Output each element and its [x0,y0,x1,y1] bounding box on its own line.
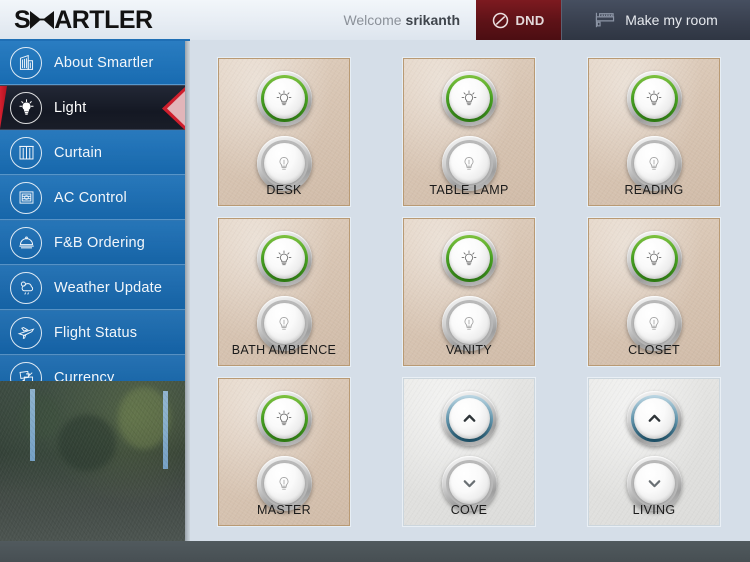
sidebar-nav: About Smartler Light Curtain AC Control … [0,40,185,541]
bulb-lit-icon [274,249,294,269]
light-bulb-icon [10,91,42,124]
main-content: DESK TABLE LAMP READING BATH AMBIENCE VA… [190,40,750,541]
airplane-icon [10,316,42,349]
light-on-button[interactable] [256,71,312,126]
sidebar-item-label: Curtain [54,144,103,161]
light-on-button[interactable] [256,391,312,446]
header-accent-line [0,39,190,41]
app-header: S ARTLER Welcome srikanth DND Make my ro… [0,0,750,40]
dnd-button[interactable]: DND [476,0,561,40]
light-card-table-lamp[interactable]: TABLE LAMP [402,57,536,207]
active-indicator-arrow [158,86,185,131]
brand-logo[interactable]: S ARTLER [0,0,185,40]
light-on-button[interactable] [441,231,497,286]
light-card-desk[interactable]: DESK [217,57,351,207]
logo-text-left: S [14,5,31,34]
light-card-master[interactable]: MASTER [217,377,351,527]
bulb-lit-icon [459,249,479,269]
sidebar-item-fb-ordering[interactable]: F&B Ordering [0,220,185,265]
sidebar-item-label: F&B Ordering [54,234,146,251]
light-control-grid: DESK TABLE LAMP READING BATH AMBIENCE VA… [217,57,738,527]
sidebar-item-curtain[interactable]: Curtain [0,130,185,175]
light-card-label: READING [624,183,684,197]
light-card-closet[interactable]: CLOSET [587,217,721,367]
bulb-lit-icon [274,89,294,109]
light-on-button[interactable] [441,71,497,126]
bulb-lit-icon [644,249,664,269]
sidebar-item-light[interactable]: Light [0,85,185,131]
chevron-down-icon [460,474,479,493]
sidebar-item-label: Weather Update [54,279,163,296]
light-card-label: MASTER [257,503,311,517]
bowtie-m-icon [29,10,55,30]
sidebar-item-about-smartler[interactable]: About Smartler [0,40,185,85]
light-on-button[interactable] [626,71,682,126]
light-on-button[interactable] [626,231,682,286]
cloud-sun-icon [10,271,42,304]
logo-text-right: ARTLER [54,5,153,34]
bed-icon [594,11,616,29]
sidebar-item-label: AC Control [54,189,127,206]
app-footer [0,541,750,562]
chevron-up-icon [460,409,479,428]
welcome-prefix: Welcome [343,12,402,28]
bulb-lit-icon [459,89,479,109]
food-tray-icon [10,226,42,259]
dimmer-up-button[interactable] [441,391,497,446]
dimmer-card-label: COVE [450,503,488,517]
sidebar-item-flight-status[interactable]: Flight Status [0,310,185,355]
make-my-room-button[interactable]: Make my room [561,0,750,40]
light-card-label: VANITY [445,343,493,357]
dimmer-card-cove[interactable]: COVE [402,377,536,527]
bulb-off-icon [644,154,664,174]
bulb-lit-icon [644,89,664,109]
logo-text: S ARTLER [14,6,153,35]
light-card-vanity[interactable]: VANITY [402,217,536,367]
camera-thumbnail[interactable] [0,381,185,541]
welcome-message: Welcome srikanth [185,0,476,40]
chevron-down-icon [645,474,664,493]
dimmer-card-living[interactable]: LIVING [587,377,721,527]
bulb-off-icon [274,474,294,494]
light-card-label: TABLE LAMP [429,183,509,197]
make-my-room-label: Make my room [625,12,718,28]
ac-unit-icon [10,181,42,214]
light-card-label: BATH AMBIENCE [231,343,337,357]
sidebar-item-ac-control[interactable]: AC Control [0,175,185,220]
bulb-lit-icon [274,409,294,429]
light-card-label: CLOSET [628,343,680,357]
light-card-bath-ambience[interactable]: BATH AMBIENCE [217,217,351,367]
light-card-reading[interactable]: READING [587,57,721,207]
light-on-button[interactable] [256,231,312,286]
bulb-off-icon [459,154,479,174]
dimmer-card-label: LIVING [632,503,676,517]
sidebar-item-label: Light [54,99,87,116]
bulb-off-icon [459,314,479,334]
bulb-off-icon [274,314,294,334]
app-root: S ARTLER Welcome srikanth DND Make my ro… [0,0,750,562]
dimmer-up-button[interactable] [626,391,682,446]
do-not-disturb-icon [492,12,509,29]
dnd-label: DND [515,12,545,28]
sidebar-item-weather-update[interactable]: Weather Update [0,265,185,310]
curtain-icon [10,136,42,169]
welcome-username: srikanth [405,12,460,28]
building-icon [10,46,42,79]
chevron-up-icon [645,409,664,428]
bulb-off-icon [644,314,664,334]
sidebar-item-label: Flight Status [54,324,138,341]
sidebar-item-label: About Smartler [54,54,154,71]
light-card-label: DESK [266,183,302,197]
bulb-off-icon [274,154,294,174]
